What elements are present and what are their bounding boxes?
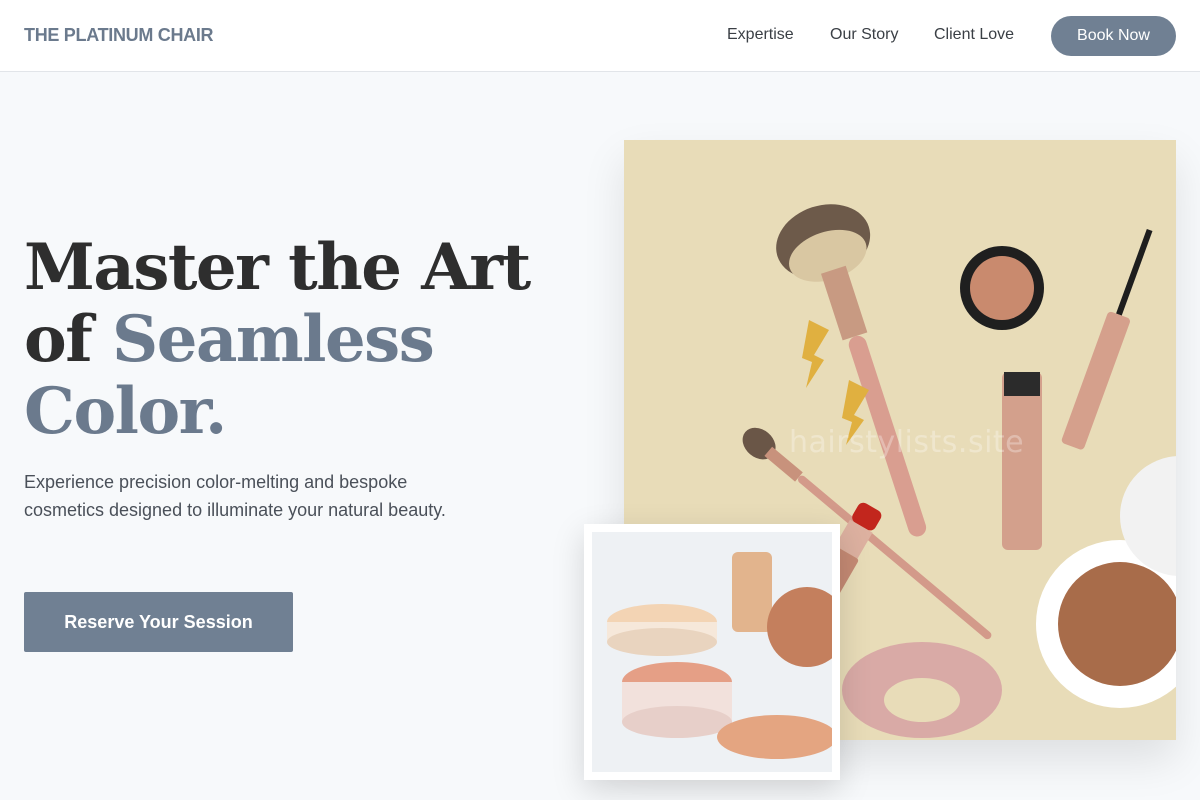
nav-link-client-love[interactable]: Client Love <box>934 26 1014 44</box>
cosmetic-jars-image <box>592 532 832 772</box>
hero-subtext: Experience precision color-melting and b… <box>24 472 446 520</box>
reserve-session-button[interactable]: Reserve Your Session <box>24 592 293 652</box>
headline-of: of <box>24 302 112 377</box>
inset-image-frame <box>584 524 840 780</box>
nav-link-expertise[interactable]: Expertise <box>727 26 794 44</box>
book-now-button[interactable]: Book Now <box>1051 16 1176 56</box>
site-header: THE PLATINUM CHAIR Expertise Our Story C… <box>0 0 1200 72</box>
image-watermark: hairstylists.site <box>789 425 1025 460</box>
headline-line1: Master the Art <box>24 230 531 305</box>
hero-headline: Master the Art of Seamless Color. <box>24 232 564 448</box>
headline-accent-color: Color. <box>24 374 227 449</box>
cosmetic-jars-illustration <box>592 532 832 772</box>
nav-link-our-story[interactable]: Our Story <box>830 26 898 44</box>
headline-accent-seamless: Seamless <box>112 302 435 377</box>
site-logo[interactable]: THE PLATINUM CHAIR <box>24 25 214 46</box>
